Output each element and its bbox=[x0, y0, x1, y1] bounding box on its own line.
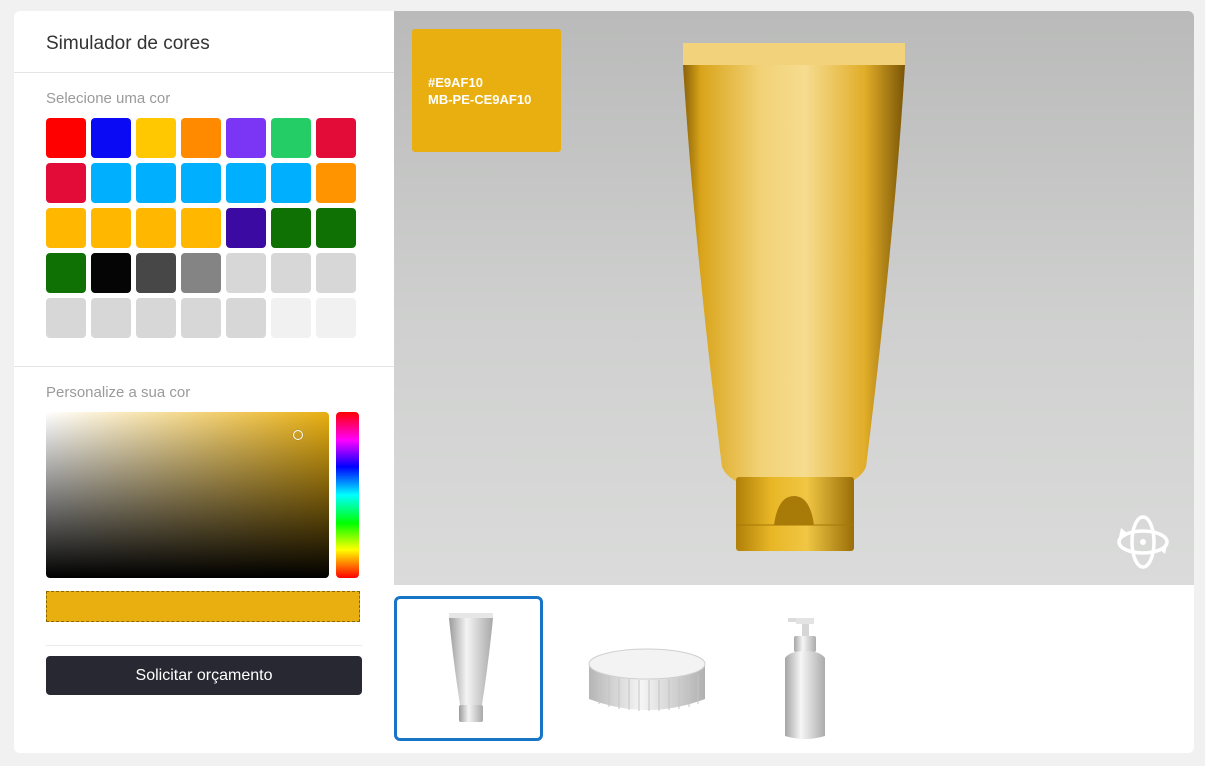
divider bbox=[46, 645, 362, 646]
3d-viewer[interactable]: #E9AF10 MB-PE-CE9AF10 bbox=[394, 11, 1194, 585]
color-swatch[interactable] bbox=[316, 298, 356, 338]
cap-thumbnail-image bbox=[588, 648, 706, 711]
selected-color-hex: #E9AF10 bbox=[428, 75, 483, 90]
color-swatch[interactable] bbox=[91, 118, 131, 158]
picker-handle[interactable] bbox=[293, 430, 303, 440]
color-swatch[interactable] bbox=[181, 163, 221, 203]
color-swatch[interactable] bbox=[316, 208, 356, 248]
color-swatch[interactable] bbox=[181, 208, 221, 248]
product-thumbnails bbox=[394, 596, 1194, 746]
color-swatch[interactable] bbox=[271, 208, 311, 248]
color-swatch[interactable] bbox=[46, 163, 86, 203]
color-swatch[interactable] bbox=[91, 208, 131, 248]
color-swatch[interactable] bbox=[316, 118, 356, 158]
color-swatch[interactable] bbox=[46, 118, 86, 158]
color-swatch[interactable] bbox=[271, 253, 311, 293]
color-swatch[interactable] bbox=[316, 163, 356, 203]
hue-slider[interactable] bbox=[336, 412, 359, 578]
color-swatch[interactable] bbox=[46, 208, 86, 248]
color-swatch[interactable] bbox=[271, 163, 311, 203]
color-swatch[interactable] bbox=[136, 163, 176, 203]
saturation-picker[interactable] bbox=[46, 412, 329, 578]
color-swatch[interactable] bbox=[91, 163, 131, 203]
selected-color-card: #E9AF10 MB-PE-CE9AF10 bbox=[412, 29, 561, 152]
color-swatch[interactable] bbox=[181, 298, 221, 338]
color-swatch[interactable] bbox=[271, 118, 311, 158]
color-swatch[interactable] bbox=[91, 298, 131, 338]
divider bbox=[14, 72, 394, 73]
color-swatch[interactable] bbox=[136, 208, 176, 248]
color-swatch[interactable] bbox=[316, 253, 356, 293]
color-swatch[interactable] bbox=[226, 253, 266, 293]
color-swatch[interactable] bbox=[226, 118, 266, 158]
color-preview bbox=[46, 591, 360, 622]
color-swatch[interactable] bbox=[226, 208, 266, 248]
custom-color-label: Personalize a sua cor bbox=[46, 384, 191, 401]
pump-bottle-thumbnail-image bbox=[785, 618, 825, 739]
rotate-3d-icon[interactable] bbox=[1113, 513, 1173, 571]
thumbnail-tube[interactable] bbox=[394, 596, 543, 741]
thumbnail-cap[interactable] bbox=[572, 596, 721, 741]
selected-color-code: MB-PE-CE9AF10 bbox=[428, 92, 532, 107]
sidebar: Simulador de cores Selecione uma cor Per… bbox=[14, 11, 394, 753]
color-swatch[interactable] bbox=[136, 118, 176, 158]
color-swatch[interactable] bbox=[46, 298, 86, 338]
thumbnail-pump-bottle[interactable] bbox=[730, 596, 879, 741]
simulator-card: Simulador de cores Selecione uma cor Per… bbox=[14, 11, 1194, 753]
color-swatch[interactable] bbox=[46, 253, 86, 293]
request-quote-button[interactable]: Solicitar orçamento bbox=[46, 656, 362, 695]
color-swatch[interactable] bbox=[226, 298, 266, 338]
color-swatch[interactable] bbox=[271, 298, 311, 338]
color-swatch[interactable] bbox=[181, 118, 221, 158]
color-swatch[interactable] bbox=[136, 298, 176, 338]
tube-thumbnail-image bbox=[449, 613, 493, 722]
color-swatch[interactable] bbox=[181, 253, 221, 293]
divider bbox=[14, 366, 394, 367]
tube-model bbox=[683, 43, 905, 551]
color-swatch[interactable] bbox=[226, 163, 266, 203]
palette-label: Selecione uma cor bbox=[46, 90, 171, 107]
color-swatch[interactable] bbox=[91, 253, 131, 293]
color-swatch[interactable] bbox=[136, 253, 176, 293]
page-title: Simulador de cores bbox=[46, 33, 210, 54]
